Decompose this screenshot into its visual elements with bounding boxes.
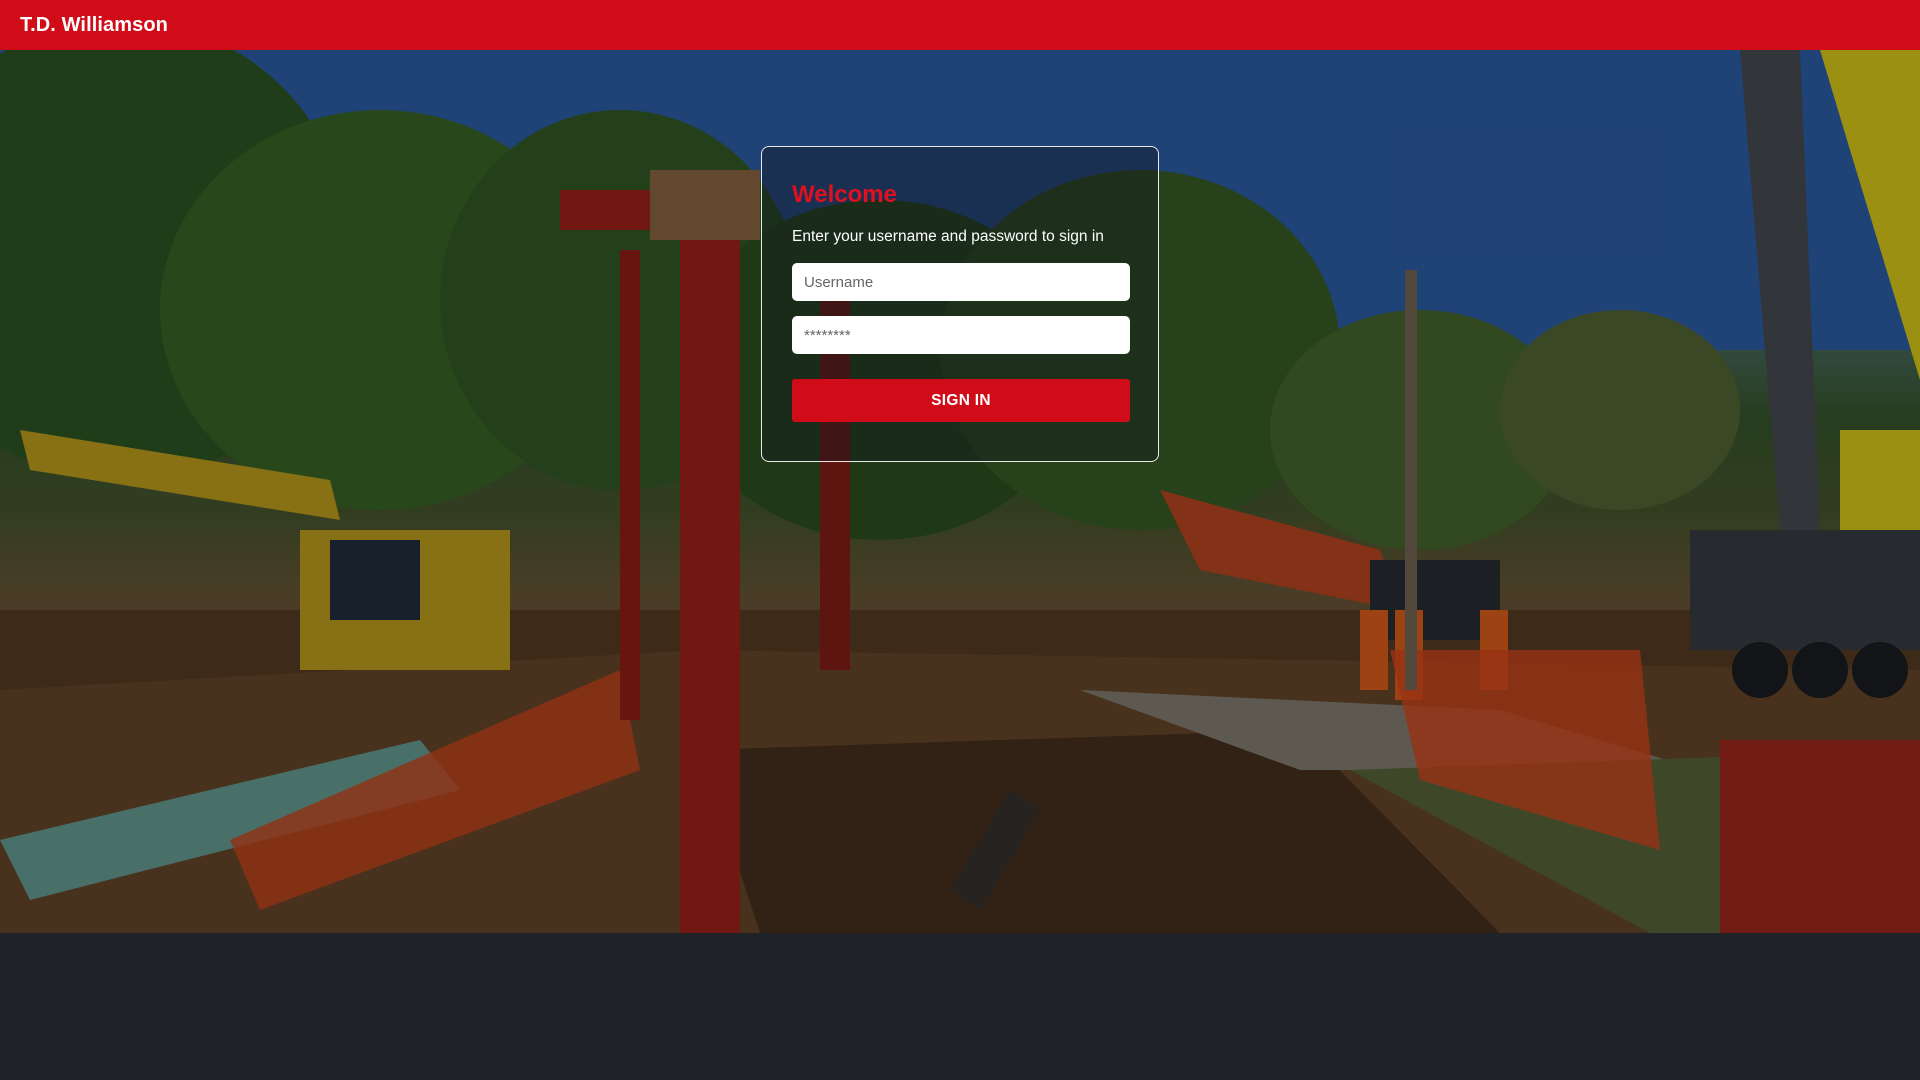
sign-in-button[interactable]: SIGN IN [792,379,1130,422]
login-instructions: Enter your username and password to sign… [792,228,1104,245]
page-footer-area [0,933,1920,1080]
welcome-heading: Welcome [792,181,897,208]
brand-name[interactable]: T.D. Williamson [20,14,168,37]
top-header-bar: T.D. Williamson [0,0,1920,50]
login-card: Welcome Enter your username and password… [761,146,1159,462]
password-input[interactable] [792,316,1130,354]
username-input[interactable] [792,263,1130,301]
